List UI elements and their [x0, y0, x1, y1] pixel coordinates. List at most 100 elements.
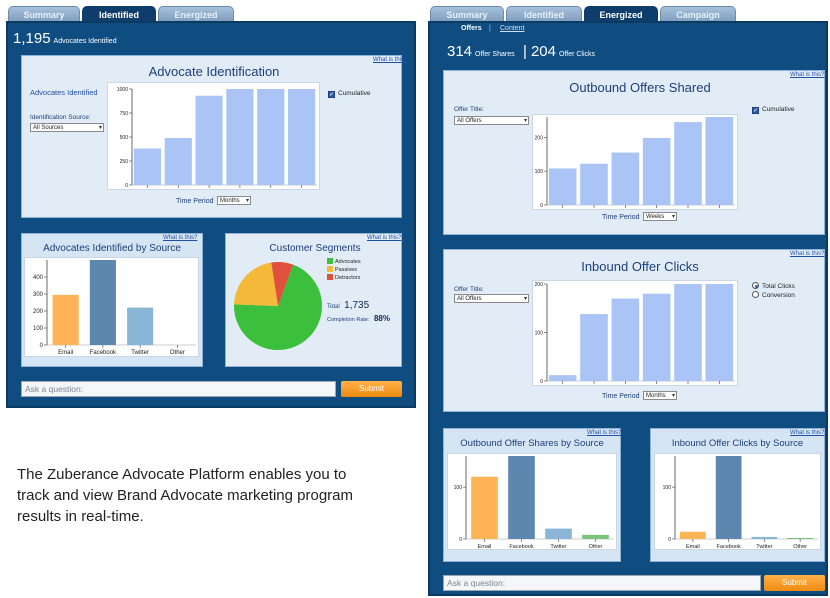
bar	[508, 456, 535, 539]
what-is-this-link[interactable]: What is this?	[790, 72, 824, 78]
y-tick-label: 750	[120, 111, 129, 117]
legend-item: Passives	[327, 266, 361, 274]
segments-completion: Completion Rate: 88%	[327, 308, 390, 326]
outbound-source-chart: 0 100 Email Facebook Twitter Other	[454, 456, 614, 550]
chart-title: Outbound Offers Shared	[569, 80, 711, 95]
radio-icon	[752, 282, 759, 289]
conversion-radio[interactable]: Conversion	[752, 291, 795, 299]
cumulative-label: Cumulative	[338, 90, 371, 97]
what-is-this-link[interactable]: What is this?	[163, 235, 197, 241]
tab-energized[interactable]: Energized	[158, 6, 234, 22]
headline-separator: |	[523, 43, 527, 60]
time-period-label: Time Period	[176, 198, 214, 205]
chart-title: Advocate Identification	[148, 64, 280, 79]
description-text: The Zuberance Advocate Platform enables …	[17, 466, 353, 525]
time-period-select[interactable]: Months	[217, 196, 251, 205]
what-is-this-link[interactable]: What is this?	[587, 430, 621, 436]
x-tick-label: Other	[793, 544, 807, 550]
submit-button[interactable]: Submit	[341, 381, 402, 397]
x-tick-label: Facebook	[509, 544, 533, 550]
x-tick-label: Other	[170, 350, 185, 356]
inbound-source-plot: 0 100 Email Facebook Twitter Other	[654, 453, 821, 550]
advocates-headline: 1,195 Advocates Identified	[13, 30, 117, 48]
y-tick-label: 100	[535, 169, 544, 175]
bar	[674, 284, 702, 381]
cumulative-checkbox[interactable]: ✓ Cumulative	[752, 106, 795, 114]
check-icon: ✓	[752, 107, 759, 114]
bar	[127, 307, 154, 345]
total-clicks-radio[interactable]: Total Clicks	[752, 282, 795, 290]
offer-title-select[interactable]: All Offers	[454, 294, 529, 303]
bar	[471, 476, 498, 539]
tab-energized[interactable]: Energized	[584, 6, 658, 22]
what-is-this-link[interactable]: What is this?	[367, 235, 401, 241]
tab-identified[interactable]: Identified	[82, 6, 156, 22]
conversion-label: Conversion	[762, 292, 795, 299]
bar	[89, 260, 116, 345]
bar	[580, 314, 608, 381]
x-tick-label: Other	[589, 544, 603, 550]
y-tick-label: 1000	[117, 87, 128, 93]
customer-segments-pie	[234, 262, 322, 350]
bar	[680, 531, 706, 539]
tab-summary[interactable]: Summary	[430, 6, 504, 22]
bar	[715, 456, 742, 539]
x-tick-label: Email	[58, 350, 73, 356]
tab-campaign[interactable]: Campaign	[660, 6, 736, 22]
legend-detractors: Detractors	[335, 275, 361, 281]
y-tick-label: 500	[120, 135, 129, 141]
x-tick-label: Email	[478, 544, 492, 550]
shares-number: 314	[447, 43, 473, 60]
what-is-this-link[interactable]: What is this?	[373, 57, 407, 63]
y-tick-label: 100	[454, 485, 463, 491]
radio-icon	[752, 291, 759, 298]
y-tick-label: 100	[535, 331, 544, 337]
what-is-this-link[interactable]: What is this?	[790, 251, 824, 257]
y-tick-label: 0	[540, 379, 543, 385]
bar	[642, 293, 671, 381]
bar	[674, 122, 702, 205]
what-is-this-link[interactable]: What is this?	[790, 430, 824, 436]
subtab-content[interactable]: Content	[500, 25, 525, 32]
bar	[705, 117, 734, 205]
bar	[133, 148, 161, 185]
clicks-text: Offer Clicks	[558, 51, 596, 58]
bar	[545, 528, 572, 539]
tab-summary[interactable]: Summary	[8, 6, 80, 22]
bar	[580, 163, 608, 205]
y-tick-label: 0	[668, 537, 671, 543]
headline-text: Advocates Identified	[53, 38, 117, 45]
outbound-source-plot: 0 100 Email Facebook Twitter Other	[447, 453, 617, 550]
bar	[642, 137, 671, 205]
x-tick-label: Facebook	[90, 350, 117, 356]
bar	[611, 298, 640, 381]
segments-legend: Advocates Passives Detractors	[327, 258, 361, 282]
y-tick-label: 0	[459, 537, 462, 543]
ask-question-input[interactable]: Ask a question:	[443, 575, 761, 591]
submit-button[interactable]: Submit	[764, 575, 825, 591]
y-tick-label: 200	[535, 135, 544, 141]
bar	[52, 294, 79, 345]
completion-label: Completion Rate:	[327, 317, 370, 323]
cumulative-label: Cumulative	[762, 106, 795, 113]
time-period-label: Time Period	[602, 214, 640, 221]
ask-question-input[interactable]: Ask a question:	[21, 381, 336, 397]
bar	[611, 152, 640, 205]
offer-title-select[interactable]: All Offers	[454, 116, 529, 125]
x-tick-label: Twitter	[550, 544, 566, 550]
y-tick-label: 400	[33, 275, 44, 281]
cumulative-checkbox[interactable]: ✓ Cumulative	[328, 90, 371, 98]
by-source-plot: 0 100 200 300 400 Email Facebook Twitter Other	[24, 257, 199, 357]
identification-source-select[interactable]: All Sources	[30, 123, 104, 132]
advocate-identification-plot: 0 250 500 750 1000	[107, 82, 320, 190]
chart-title: Inbound Offer Clicks by Source	[671, 438, 804, 449]
time-period-select[interactable]: Weeks	[643, 212, 677, 221]
bar	[787, 537, 813, 539]
advocates-identified-label: Advocates Identified	[30, 88, 98, 97]
time-period-select[interactable]: Months	[643, 391, 677, 400]
bar	[548, 168, 577, 205]
total-clicks-label: Total Clicks	[762, 283, 795, 290]
tab-identified[interactable]: Identified	[506, 6, 582, 22]
outbound-chart: 0 100 200	[535, 117, 735, 209]
subtab-offers[interactable]: Offers	[461, 25, 482, 32]
